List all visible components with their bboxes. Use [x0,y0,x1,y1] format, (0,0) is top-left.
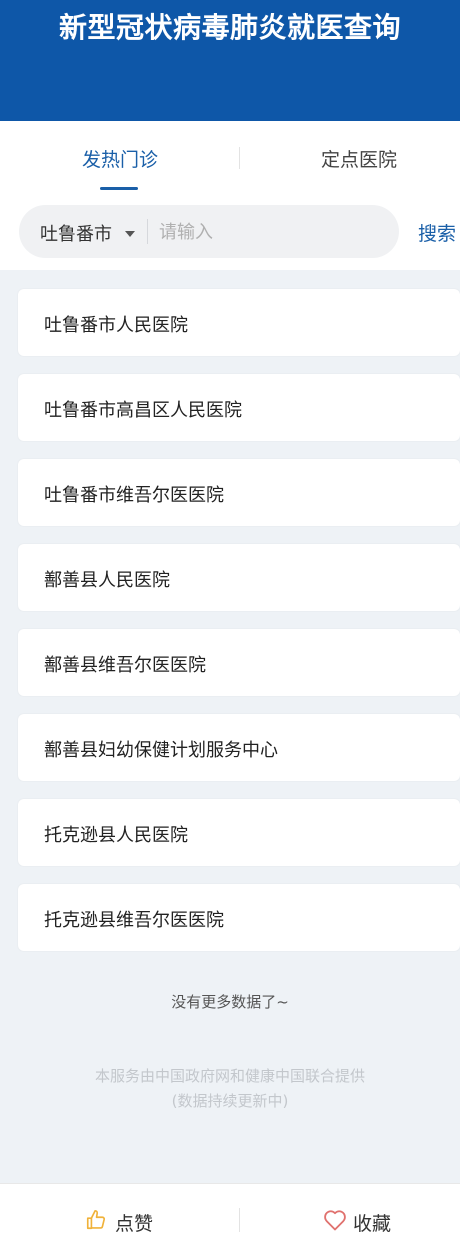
list-item[interactable]: 托克逊县人民医院 [18,799,460,866]
header: 新型冠状病毒肺炎就医查询 [0,0,460,121]
list-item[interactable]: 鄯善县妇幼保健计划服务中心 [18,714,460,781]
hospital-name: 托克逊县人民医院 [44,825,188,846]
city-selector[interactable]: 吐鲁番市 [40,220,112,246]
tab-designated-hospital[interactable]: 定点医院 [240,145,460,172]
search-input[interactable] [157,213,386,252]
bottom-action-bar: 点赞 收藏 [0,1183,460,1255]
no-more-data-text: 没有更多数据了~ [171,993,289,1011]
tab-bar: 发热门诊 定点医院 [0,121,460,195]
tab-fever-clinic[interactable]: 发热门诊 [0,145,240,172]
footnote-line-2: (数据持续更新中) [171,1092,289,1110]
search-button[interactable]: 搜索 [418,219,456,246]
like-label: 点赞 [115,1213,154,1235]
search-panel: 发热门诊 定点医院 吐鲁番市 搜索 [0,121,460,270]
list-item[interactable]: 吐鲁番市高昌区人民医院 [18,374,460,441]
page-title: 新型冠状病毒肺炎就医查询 [58,11,401,44]
hospital-name: 托克逊县维吾尔医医院 [44,910,224,931]
footnote-line-1: 本服务由中国政府网和健康中国联合提供 [94,1067,365,1085]
search-bar: 吐鲁番市 [19,205,399,258]
bottom-bar-divider [239,1208,240,1232]
active-tab-indicator [100,187,138,190]
list-item[interactable]: 吐鲁番市维吾尔医医院 [18,459,460,526]
hospital-name: 鄯善县人民医院 [44,570,170,591]
favorite-label: 收藏 [353,1213,392,1235]
hospital-name: 鄯善县维吾尔医医院 [44,655,206,676]
list-item[interactable]: 托克逊县维吾尔医医院 [18,884,460,951]
hospital-name: 吐鲁番市人民医院 [44,315,188,336]
list-item[interactable]: 吐鲁番市人民医院 [18,289,460,356]
caret-down-icon[interactable] [125,231,135,237]
hospital-name: 吐鲁番市高昌区人民医院 [44,400,242,421]
hospital-name: 吐鲁番市维吾尔医医院 [44,485,224,506]
service-footnote: 本服务由中国政府网和健康中国联合提供 (数据持续更新中) [0,1064,460,1114]
list-item[interactable]: 鄯善县人民医院 [18,544,460,611]
hospital-name: 鄯善县妇幼保健计划服务中心 [44,740,278,761]
list-item[interactable]: 鄯善县维吾尔医医院 [18,629,460,696]
heart-icon [324,1210,346,1231]
search-divider [147,219,148,244]
thumbs-up-icon [86,1210,106,1230]
